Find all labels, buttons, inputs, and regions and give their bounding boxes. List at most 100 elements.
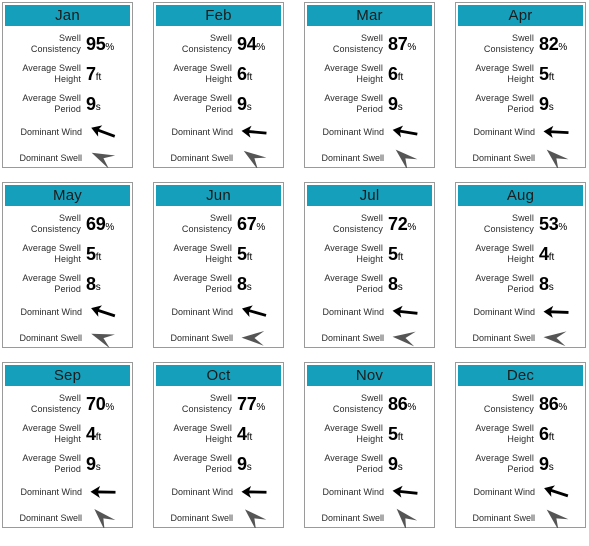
average-swell-period-label: Average Swell Period [173,93,232,114]
dominant-wind-row: Dominant Wind [460,479,579,505]
swell-consistency-row: Swell Consistency 67% [158,209,277,239]
month-card-nov[interactable]: Nov Swell Consistency 86% Average Swell Hei… [304,362,435,528]
average-swell-period-value: 8s [388,274,428,295]
average-swell-period-unit: s [548,461,554,473]
average-swell-height-value: 5ft [237,244,277,265]
month-card-may[interactable]: May Swell Consistency 69% Average Swell Hei… [2,182,133,348]
average-swell-period-number: 9 [86,93,96,114]
average-swell-period-row: Average Swell Period 9s [158,449,277,479]
dominant-swell-label: Dominant Swell [19,512,82,523]
swell-consistency-unit: % [407,221,417,233]
average-swell-height-value: 6ft [539,424,579,445]
swell-consistency-value: 82% [539,34,579,55]
average-swell-height-number: 4 [237,423,247,444]
average-swell-period-row: Average Swell Period 8s [460,269,579,299]
swell-arrow-glyph [241,330,265,346]
average-swell-period-value: 9s [86,94,126,115]
average-swell-height-value: 4ft [539,244,579,265]
swell-consistency-label: Swell Consistency [332,213,383,234]
dominant-wind-label: Dominant Wind [322,486,384,497]
month-card-mar[interactable]: Mar Swell Consistency 87% Average Swell Hei… [304,2,435,168]
swell-consistency-unit: % [558,401,568,413]
average-swell-height-number: 5 [539,63,549,84]
swell-direction-arrow-icon [539,508,579,528]
average-swell-height-unit: ft [95,71,102,83]
average-swell-period-label: Average Swell Period [324,453,383,474]
month-card-feb[interactable]: Feb Swell Consistency 94% Average Swell Hei… [153,2,284,168]
average-swell-height-label: Average Swell Height [324,63,383,84]
wind-arrow-glyph [241,485,267,498]
swell-consistency-unit: % [105,41,115,53]
dominant-wind-label: Dominant Wind [20,486,82,497]
swell-consistency-number: 94 [237,33,257,54]
month-card-dec[interactable]: Dec Swell Consistency 86% Average Swell Hei… [455,362,586,528]
swell-consistency-value: 94% [237,34,277,55]
swell-consistency-row: Swell Consistency 94% [158,29,277,59]
swell-consistency-label: Swell Consistency [181,33,232,54]
month-card-body: Swell Consistency 86% Average Swell Height… [307,386,432,531]
average-swell-height-value: 4ft [86,424,126,445]
swell-consistency-value: 86% [539,394,579,415]
swell-direction-arrow-icon [388,328,428,348]
wind-arrow-glyph [392,485,418,498]
dominant-swell-label: Dominant Swell [170,152,233,163]
dominant-swell-label: Dominant Swell [170,332,233,343]
wind-arrow-glyph [543,305,569,318]
wind-arrow-glyph [543,125,569,138]
average-swell-height-value: 7ft [86,64,126,85]
month-card-title: Jan [5,5,130,26]
dominant-swell-row: Dominant Swell [158,505,277,531]
wind-direction-arrow-icon [86,482,126,502]
dominant-swell-label: Dominant Swell [19,332,82,343]
swell-consistency-label: Swell Consistency [483,213,534,234]
month-card-jun[interactable]: Jun Swell Consistency 67% Average Swell Hei… [153,182,284,348]
dominant-wind-row: Dominant Wind [309,299,428,325]
month-card-title: Sep [5,365,130,386]
swell-consistency-unit: % [256,221,266,233]
wind-arrow-glyph [91,125,116,138]
month-card-title: Dec [458,365,583,386]
average-swell-period-label: Average Swell Period [22,93,81,114]
dominant-wind-label: Dominant Wind [322,126,384,137]
month-card-apr[interactable]: Apr Swell Consistency 82% Average Swell Hei… [455,2,586,168]
month-card-title: May [5,185,130,206]
average-swell-period-row: Average Swell Period 8s [7,269,126,299]
swell-consistency-number: 95 [86,33,106,54]
month-card-title: Jul [307,185,432,206]
wind-direction-arrow-icon [388,122,428,142]
average-swell-height-number: 5 [86,243,96,264]
swell-direction-arrow-icon [539,328,579,348]
swell-consistency-number: 67 [237,213,257,234]
month-card-sep[interactable]: Sep Swell Consistency 70% Average Swell Hei… [2,362,133,528]
month-card-jul[interactable]: Jul Swell Consistency 72% Average Swell Hei… [304,182,435,348]
average-swell-period-unit: s [246,461,252,473]
average-swell-period-number: 9 [388,453,398,474]
average-swell-height-row: Average Swell Height 4ft [460,239,579,269]
wind-arrow-glyph [392,125,418,138]
dominant-swell-row: Dominant Swell [309,325,428,351]
dominant-swell-row: Dominant Swell [460,505,579,531]
month-card-oct[interactable]: Oct Swell Consistency 77% Average Swell Hei… [153,362,284,528]
swell-direction-arrow-icon [388,148,428,168]
month-card-jan[interactable]: Jan Swell Consistency 95% Average Swell Hei… [2,2,133,168]
dominant-wind-row: Dominant Wind [158,299,277,325]
swell-consistency-unit: % [256,41,266,53]
dominant-swell-label: Dominant Swell [472,512,535,523]
average-swell-height-unit: ft [397,251,404,263]
swell-consistency-number: 87 [388,33,408,54]
month-card-aug[interactable]: Aug Swell Consistency 53% Average Swell Hei… [455,182,586,348]
average-swell-period-label: Average Swell Period [22,453,81,474]
swell-consistency-row: Swell Consistency 53% [460,209,579,239]
month-card-title: Oct [156,365,281,386]
average-swell-period-unit: s [397,101,403,113]
average-swell-period-unit: s [548,281,554,293]
swell-consistency-row: Swell Consistency 72% [309,209,428,239]
swell-consistency-unit: % [105,221,115,233]
average-swell-period-unit: s [397,461,403,473]
swell-consistency-value: 87% [388,34,428,55]
average-swell-period-value: 9s [539,454,579,475]
dominant-wind-label: Dominant Wind [20,306,82,317]
average-swell-period-value: 9s [86,454,126,475]
average-swell-period-number: 8 [237,273,247,294]
average-swell-period-row: Average Swell Period 9s [309,449,428,479]
